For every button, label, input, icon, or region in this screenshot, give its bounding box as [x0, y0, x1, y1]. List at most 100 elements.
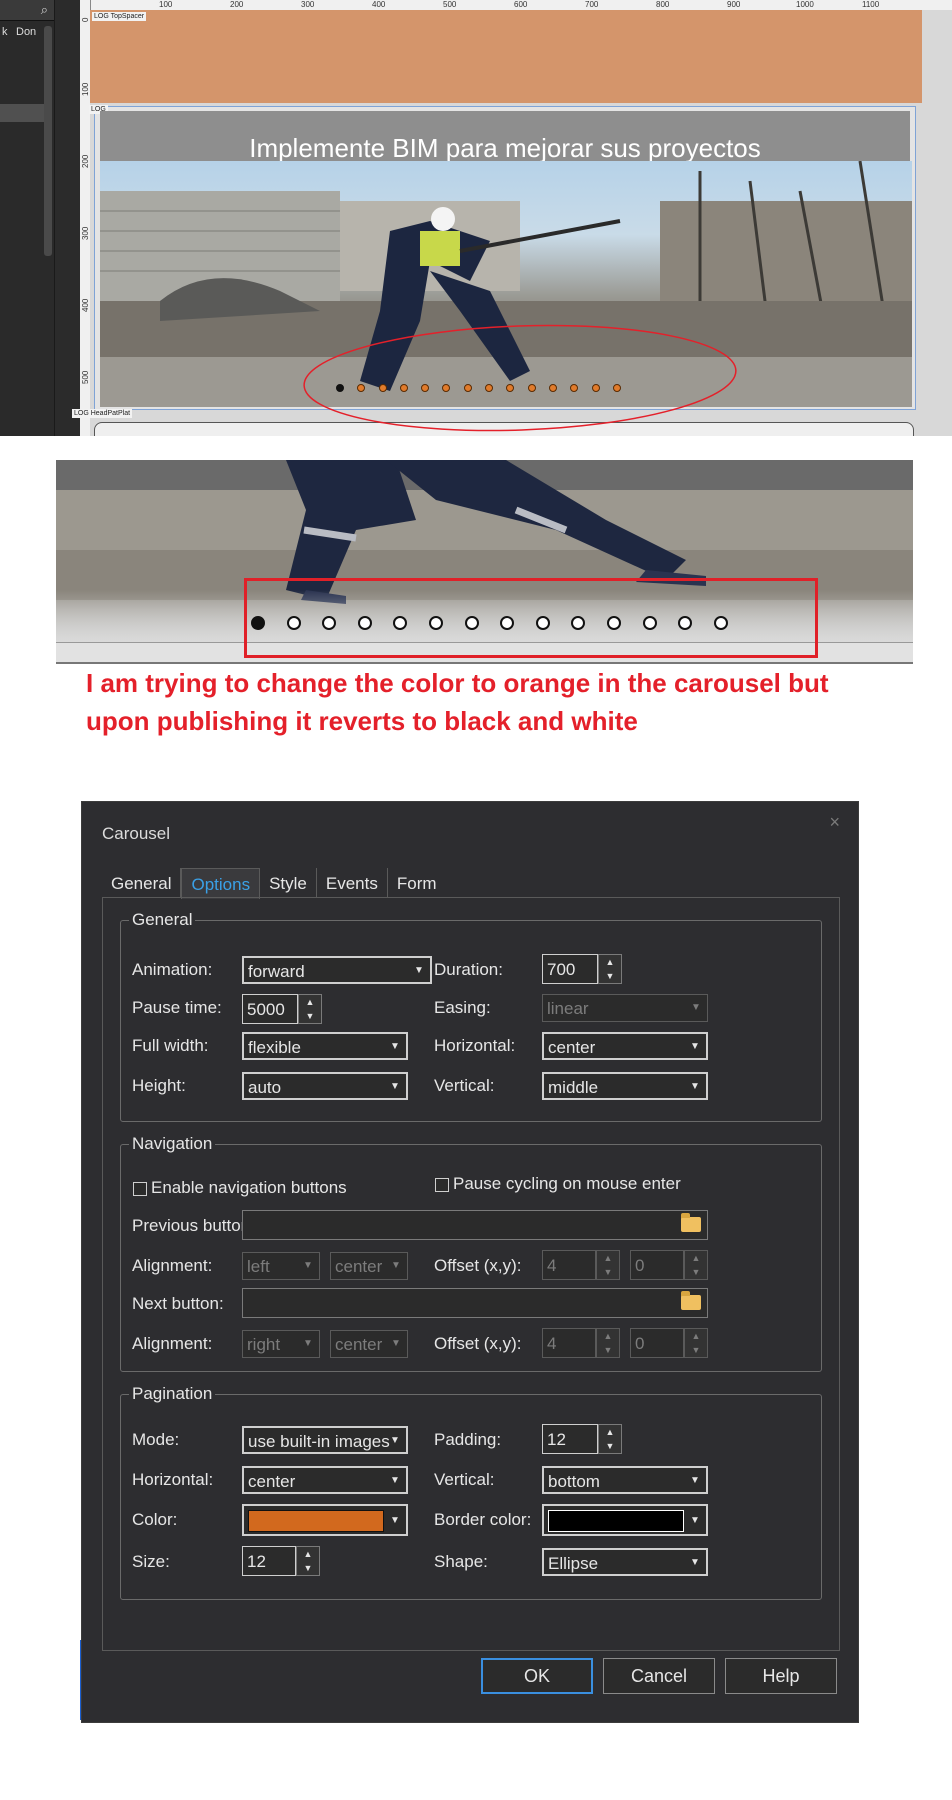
search-icon[interactable]: ⌕ [41, 2, 48, 18]
offset-label: Offset (x,y): [434, 1256, 522, 1275]
previous-button-label: Previous button: [132, 1216, 255, 1235]
border-color-swatch [548, 1510, 684, 1532]
pause-time-stepper[interactable]: 5000 ▲ ▼ [242, 994, 322, 1024]
help-button[interactable]: Help [725, 1658, 837, 1694]
next-align-v-select: center ▼ [330, 1330, 408, 1358]
spin-up-icon[interactable]: ▲ [299, 995, 321, 1009]
search-box[interactable]: ⌕ [0, 0, 54, 21]
top-spacer-layer[interactable]: LOG TopSpacer [90, 10, 922, 103]
prev-offset-x-stepper: 4 ▲ ▼ [542, 1250, 620, 1280]
pagination-vertical-select[interactable]: bottom ▼ [542, 1466, 708, 1494]
spin-up-icon: ▲ [691, 1331, 701, 1341]
navigation-group: Navigation Enable navigation buttons Pau… [120, 1134, 822, 1372]
shape-select[interactable]: Ellipse ▼ [542, 1548, 708, 1576]
previous-button-input[interactable] [242, 1210, 708, 1240]
pagination-horizontal-label: Horizontal: [132, 1470, 214, 1489]
chevron-down-icon: ▼ [690, 1081, 700, 1092]
chevron-down-icon: ▼ [690, 1515, 700, 1526]
ruler-tick: 0 [81, 17, 90, 22]
chevron-down-icon: ▼ [303, 1338, 313, 1349]
tab-style[interactable]: Style [260, 868, 317, 898]
ruler-tick: 100 [81, 82, 90, 96]
animation-select[interactable]: forward ▼ [242, 956, 432, 984]
close-icon[interactable]: × [829, 812, 840, 833]
pause-cycling-checkbox[interactable] [435, 1178, 449, 1192]
color-picker[interactable]: ▼ [242, 1504, 408, 1536]
dialog-tabs: General Options Style Events Form [102, 868, 446, 899]
height-label: Height: [132, 1076, 186, 1095]
chevron-down-icon: ▼ [391, 1338, 401, 1349]
layer-tag: LOG TopSpacer [92, 12, 147, 21]
spin-down-icon: ▼ [603, 1267, 613, 1277]
layer-tag: LOG HeadPatPlat [72, 409, 133, 418]
enable-navigation-checkbox[interactable] [133, 1182, 147, 1196]
tab-form[interactable]: Form [388, 868, 446, 898]
general-group: General Animation: forward ▼ Duration: 70… [120, 910, 822, 1122]
easing-label: Easing: [434, 998, 491, 1017]
cancel-button[interactable]: Cancel [603, 1658, 715, 1694]
red-rectangle-annotation [244, 578, 818, 658]
selected-row[interactable] [0, 104, 44, 122]
duration-stepper[interactable]: 700 ▲ ▼ [542, 954, 622, 984]
folder-icon[interactable] [681, 1213, 701, 1232]
prev-offset-y-stepper: 0 ▲ ▼ [630, 1250, 708, 1280]
ruler-tick: 500 [81, 370, 90, 384]
chevron-down-icon: ▼ [390, 1475, 400, 1486]
padding-stepper[interactable]: 12 ▲ ▼ [542, 1424, 622, 1454]
offset-label: Offset (x,y): [434, 1334, 522, 1353]
next-button-label: Next button: [132, 1294, 224, 1313]
mode-select[interactable]: use built-in images ▼ [242, 1426, 408, 1454]
spin-down-icon: ▼ [603, 1345, 613, 1355]
ruler-tick: 300 [81, 226, 90, 240]
horizontal-select[interactable]: center ▼ [542, 1032, 708, 1060]
height-select[interactable]: auto ▼ [242, 1072, 408, 1100]
tab-events[interactable]: Events [317, 868, 388, 898]
spin-down-icon[interactable]: ▼ [599, 1439, 621, 1453]
shape-label: Shape: [434, 1552, 488, 1571]
ruler-tick: 700 [585, 0, 599, 9]
ruler-tick: 1000 [796, 0, 814, 9]
border-color-picker[interactable]: ▼ [542, 1504, 708, 1536]
vertical-select[interactable]: middle ▼ [542, 1072, 708, 1100]
left-panel-tab[interactable]: Don [16, 26, 36, 38]
folder-icon[interactable] [681, 1291, 701, 1310]
tab-general[interactable]: General [102, 868, 182, 898]
spin-up-icon: ▲ [603, 1331, 613, 1341]
pagination-horizontal-select[interactable]: center ▼ [242, 1466, 408, 1494]
pagination-group: Pagination Mode: use built-in images ▼ Pa… [120, 1384, 822, 1600]
next-button-input[interactable] [242, 1288, 708, 1318]
tab-options[interactable]: Options [181, 868, 261, 899]
annotation-note: I am trying to change the color to orang… [86, 668, 829, 736]
chevron-down-icon: ▼ [390, 1041, 400, 1052]
scrollbar[interactable] [44, 26, 52, 256]
chevron-down-icon: ▼ [390, 1515, 400, 1526]
ruler-tick: 500 [443, 0, 457, 9]
prev-align-h-select: left ▼ [242, 1252, 320, 1280]
spin-up-icon: ▲ [603, 1253, 613, 1263]
left-panel-tab[interactable]: k [2, 26, 8, 38]
ruler-tick: 1100 [862, 0, 880, 9]
general-legend: General [132, 910, 193, 929]
chevron-down-icon: ▼ [690, 1557, 700, 1568]
spin-up-icon[interactable]: ▲ [599, 1425, 621, 1439]
chevron-down-icon: ▼ [390, 1435, 400, 1446]
full-width-select[interactable]: flexible ▼ [242, 1032, 408, 1060]
mode-label: Mode: [132, 1430, 180, 1449]
chevron-down-icon: ▼ [414, 965, 424, 976]
spin-down-icon[interactable]: ▼ [299, 1009, 321, 1023]
spin-up-icon[interactable]: ▲ [599, 955, 621, 969]
carousel-dialog: Carousel × General Options Style Events … [81, 801, 859, 1723]
spin-up-icon[interactable]: ▲ [297, 1547, 319, 1561]
spin-down-icon[interactable]: ▼ [599, 969, 621, 983]
spin-down-icon[interactable]: ▼ [297, 1561, 319, 1575]
horizontal-label: Horizontal: [434, 1036, 516, 1055]
chevron-down-icon: ▼ [303, 1260, 313, 1271]
alignment-label: Alignment: [132, 1334, 213, 1353]
dialog-title: Carousel [102, 824, 171, 843]
size-stepper[interactable]: 12 ▲ ▼ [242, 1546, 320, 1576]
pause-time-label: Pause time: [132, 998, 222, 1017]
color-label: Color: [132, 1510, 178, 1529]
ok-button[interactable]: OK [481, 1658, 593, 1694]
ruler-tick: 600 [514, 0, 528, 9]
chevron-down-icon: ▼ [391, 1260, 401, 1271]
